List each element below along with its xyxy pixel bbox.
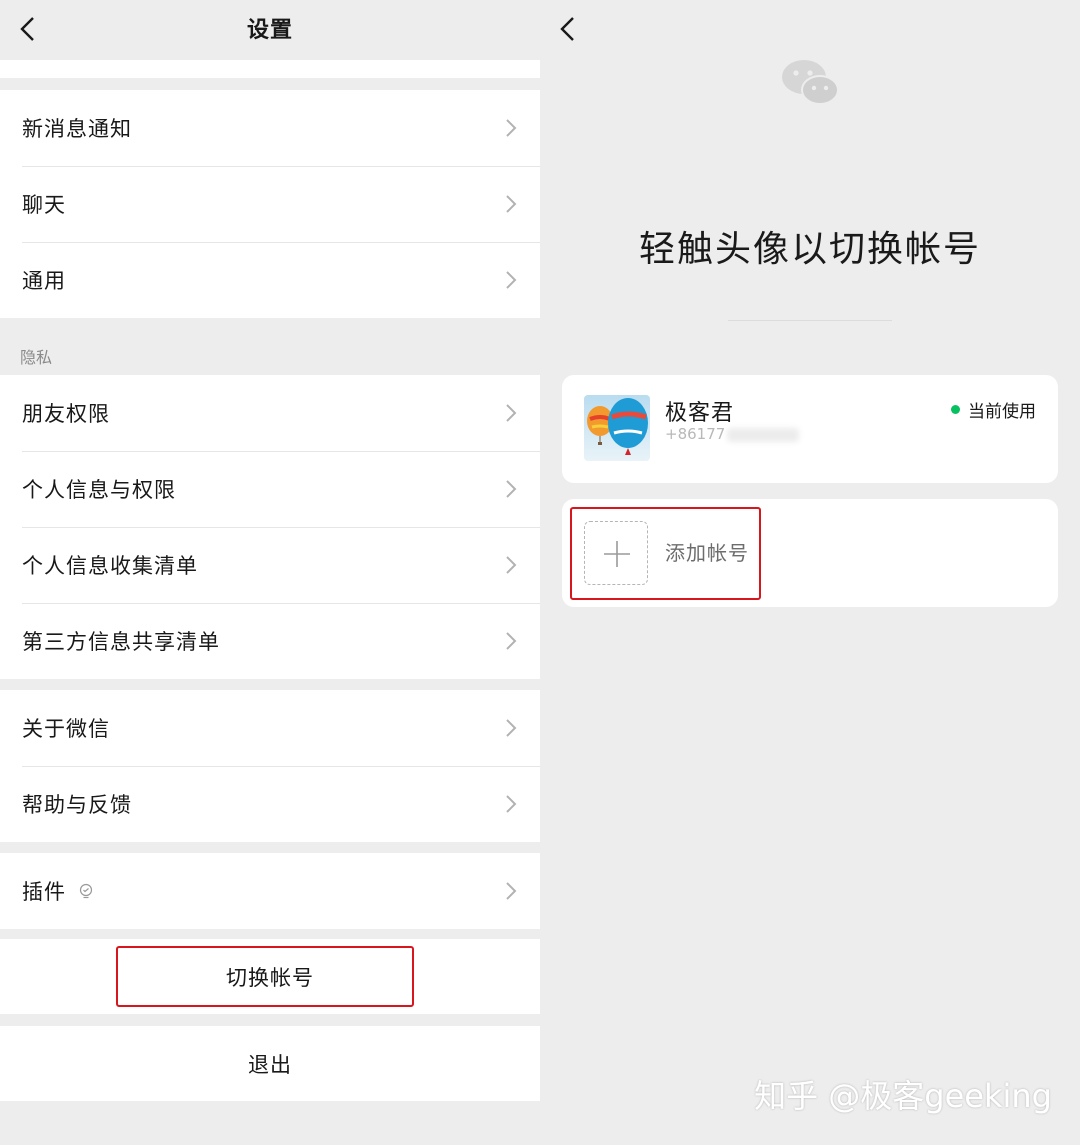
wechat-logo-icon [782, 60, 839, 105]
chevron-right-icon [506, 404, 517, 422]
settings-group-general: 新消息通知 聊天 通用 [0, 90, 540, 318]
settings-item-info-collection-list[interactable]: 个人信息收集清单 [0, 527, 540, 603]
chevron-right-icon [506, 195, 517, 213]
settings-item-help-feedback[interactable]: 帮助与反馈 [0, 766, 540, 842]
switch-account-screen: 轻触头像以切换帐号 极客君 +86177 当前使用 添加帐号 知乎 @极客gee… [540, 0, 1080, 1145]
lightbulb-icon [79, 883, 93, 899]
status-dot-icon [951, 405, 960, 414]
status-badge: 当前使用 [951, 397, 1036, 422]
settings-item-chat[interactable]: 聊天 [0, 166, 540, 242]
chevron-right-icon [506, 271, 517, 289]
account-phone: +86177 [665, 425, 800, 443]
divider [728, 320, 892, 321]
chevron-right-icon [506, 719, 517, 737]
watermark: 知乎 @极客geeking [754, 1077, 1052, 1115]
settings-item-label: 聊天 [22, 193, 66, 217]
settings-group-about: 关于微信 帮助与反馈 [0, 690, 540, 842]
settings-item-label: 插件 [22, 880, 66, 904]
hot-air-balloon-avatar-image [584, 395, 650, 461]
highlight-box-switch-account [116, 946, 414, 1007]
highlight-box-add-account [570, 507, 761, 600]
settings-item-plugins[interactable]: 插件 [0, 853, 540, 929]
settings-item-label: 第三方信息共享清单 [22, 630, 220, 654]
settings-item-label: 通用 [22, 269, 66, 293]
back-arrow-icon[interactable] [556, 14, 580, 44]
settings-item-label: 个人信息与权限 [22, 478, 176, 502]
logout-button[interactable]: 退出 [0, 1026, 540, 1101]
redacted-phone-digits [727, 427, 800, 442]
settings-group-privacy: 朋友权限 个人信息与权限 个人信息收集清单 第三方信息共享清单 [0, 375, 540, 679]
settings-item-personal-info-permissions[interactable]: 个人信息与权限 [0, 451, 540, 527]
chevron-right-icon [506, 795, 517, 813]
settings-item-third-party-sharing-list[interactable]: 第三方信息共享清单 [0, 603, 540, 679]
chevron-right-icon [506, 119, 517, 137]
account-name: 极客君 [665, 401, 735, 426]
page-title: 设置 [246, 18, 293, 43]
settings-item-label: 新消息通知 [22, 117, 132, 141]
settings-item-about-wechat[interactable]: 关于微信 [0, 690, 540, 766]
chevron-right-icon [506, 480, 517, 498]
settings-item-label: 朋友权限 [22, 402, 110, 426]
status-label: 当前使用 [968, 402, 1036, 422]
avatar[interactable] [584, 395, 650, 461]
settings-nav-bar: 设置 [0, 0, 540, 60]
settings-group-plugins: 插件 [0, 853, 540, 929]
account-security-row-partial [0, 60, 540, 78]
settings-item-friend-permissions[interactable]: 朋友权限 [0, 375, 540, 451]
switch-title: 轻触头像以切换帐号 [638, 229, 981, 270]
chevron-right-icon [506, 556, 517, 574]
account-phone-visible: +86177 [665, 425, 726, 443]
chevron-right-icon [506, 882, 517, 900]
chevron-right-icon [506, 632, 517, 650]
settings-screen: 设置 新消息通知 聊天 通用 隐私 朋友权限 个人信息与权限 个人信息收集清单 … [0, 0, 540, 1145]
account-card-current[interactable]: 极客君 +86177 当前使用 [562, 375, 1058, 483]
settings-item-notifications[interactable]: 新消息通知 [0, 90, 540, 166]
settings-item-general[interactable]: 通用 [0, 242, 540, 318]
settings-item-label: 帮助与反馈 [22, 793, 132, 817]
settings-item-label: 个人信息收集清单 [22, 554, 198, 578]
logout-label: 退出 [248, 1052, 292, 1077]
section-label-privacy: 隐私 [20, 348, 53, 367]
settings-item-label: 关于微信 [22, 717, 110, 741]
